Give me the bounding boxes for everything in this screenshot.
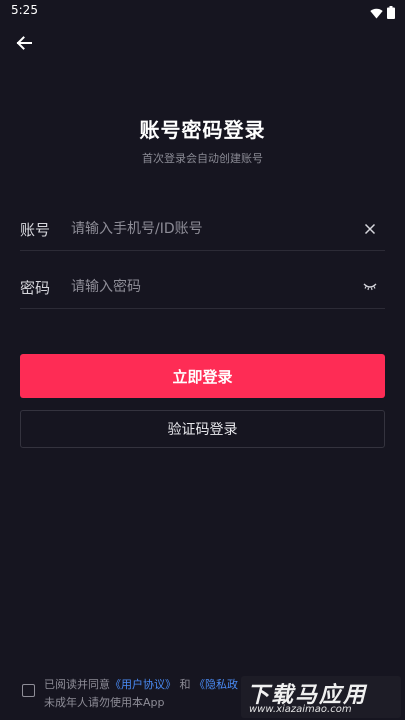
agreement-and: 和 [179,678,191,691]
password-input[interactable] [71,274,341,300]
agree-checkbox[interactable] [22,684,35,697]
page-subtitle: 首次登录会自动创建账号 [142,152,263,165]
account-field-row: 账号 [20,210,385,251]
login-button[interactable]: 立即登录 [20,354,385,398]
privacy-policy-link[interactable]: 《隐私政 [194,678,238,691]
eye-hidden-icon[interactable] [361,278,379,296]
account-input[interactable] [71,216,341,242]
user-agreement-link[interactable]: 《用户协议》 [110,678,176,691]
wifi-icon [370,4,383,23]
back-button[interactable] [12,33,36,57]
clear-icon[interactable] [361,220,379,238]
watermark-logo: 下载马应用 www.xiazaimao.com [241,676,401,718]
agreement-line1: 已阅读并同意《用户协议》 和 《隐私政 [44,676,238,694]
arrow-left-icon [15,34,33,56]
page-title: 账号密码登录 [139,118,266,142]
password-label: 密码 [20,279,51,297]
account-label: 账号 [20,221,51,239]
battery-icon [387,4,395,23]
password-field-row: 密码 [20,268,385,309]
agreement-line2: 未成年人请勿使用本App [44,696,165,709]
status-icons [370,4,395,23]
code-login-button[interactable]: 验证码登录 [20,410,385,448]
agreement-prefix: 已阅读并同意 [44,678,110,691]
status-time: 5:25 [11,3,38,17]
agreement-text: 已阅读并同意《用户协议》 和 《隐私政 未成年人请勿使用本App [44,676,238,712]
status-bar: 5:25 [0,0,405,22]
watermark-sub: www.xiazaimao.com [249,704,352,715]
